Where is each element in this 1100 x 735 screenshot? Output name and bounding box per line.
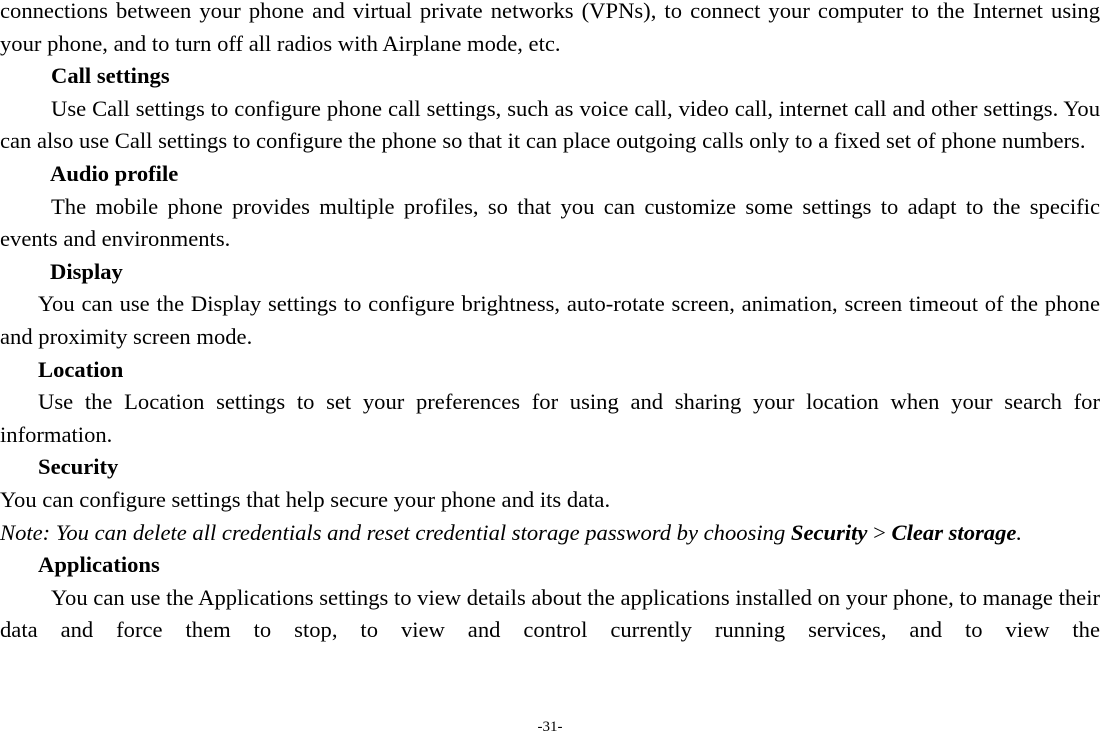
note-prefix: Note: You can delete all credentials and… — [0, 519, 791, 545]
note-separator: > — [867, 519, 892, 545]
section-body-call-settings: Use Call settings to configure phone cal… — [0, 95, 1100, 154]
note-menu-security: Security — [790, 519, 868, 545]
section-heading-location: Location — [38, 356, 124, 382]
page-number: -31- — [537, 719, 563, 735]
section-heading-applications: Applications — [38, 552, 160, 578]
section-body-location: Use the Location settings to set your pr… — [0, 389, 1100, 447]
note-suffix: . — [1016, 519, 1023, 545]
section-body-audio-profile: The mobile phone provides multiple profi… — [0, 193, 1100, 252]
section-body-applications: You can use the Applications settings to… — [0, 584, 1100, 643]
section-heading-display: Display — [50, 258, 123, 284]
intro-paragraph: connections between your phone and virtu… — [0, 0, 1100, 56]
note-menu-clear-storage: Clear storage — [891, 519, 1017, 545]
section-heading-security: Security — [38, 454, 119, 480]
section-body-security: You can configure settings that help sec… — [0, 486, 611, 512]
document-page: connections between your phone and virtu… — [0, 0, 1100, 647]
section-heading-audio-profile: Audio profile — [50, 160, 179, 186]
security-note: Note: You can delete all credentials and… — [0, 517, 1100, 550]
section-body-display: You can use the Display settings to conf… — [0, 291, 1100, 349]
section-heading-call-settings: Call settings — [51, 63, 170, 89]
